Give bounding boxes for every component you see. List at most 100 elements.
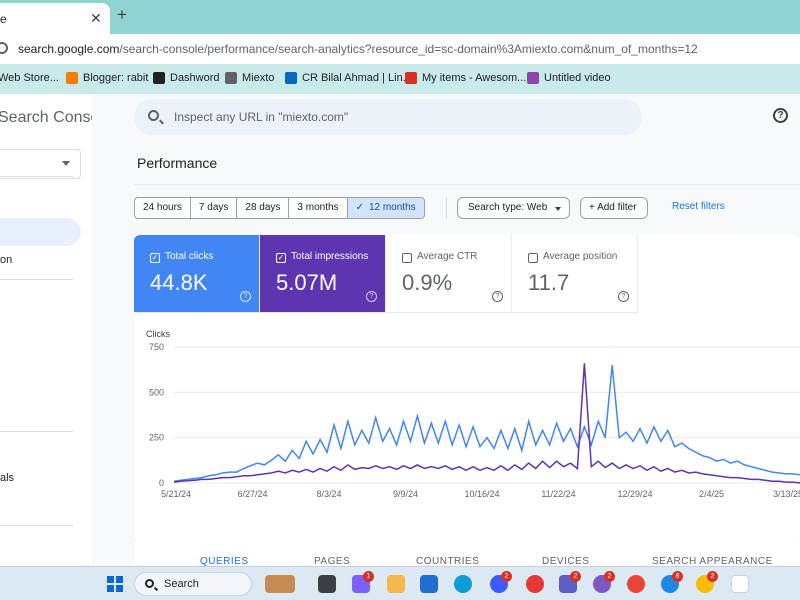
metric-card[interactable]: Average position 11.7?: [512, 235, 638, 313]
range-label: 7 days: [198, 202, 229, 213]
site-info-icon[interactable]: [0, 42, 8, 54]
checkbox-icon[interactable]: ✓: [276, 253, 286, 263]
series-line-0: [173, 365, 800, 482]
close-tab-icon[interactable]: ✕: [90, 10, 102, 27]
reset-filters-link[interactable]: Reset filters: [672, 201, 725, 212]
metric-value: 44.8K: [150, 270, 208, 295]
x-tick-label: 10/16/24: [464, 489, 499, 499]
performance-chart[interactable]: 0 250 500 750 5/21/24 6/27/24 8/3/24 9/9/24 10/1…: [134, 335, 800, 515]
snipping-tool-icon[interactable]: [731, 575, 749, 593]
notification-badge: 2: [570, 571, 581, 582]
search-input[interactable]: Inspect any URL in "miexto.com": [174, 110, 348, 124]
search-type-dropdown[interactable]: Search type: Web: [457, 197, 571, 219]
bookmarks-bar: Web Store... Blogger: rabit Dashword Miexto…: [0, 64, 800, 94]
taskbar-search-label: Search: [164, 578, 199, 590]
checkbox-icon[interactable]: ✓: [150, 253, 160, 263]
range-option[interactable]: 24 hours: [135, 198, 191, 218]
bookmark-6[interactable]: Untitled video: [527, 72, 611, 84]
help-icon[interactable]: ?: [773, 108, 788, 123]
metric-card[interactable]: ✓ Total clicks 44.8K?: [134, 235, 260, 313]
windows-start-icon[interactable]: [107, 576, 123, 592]
x-tick-label: 5/21/24: [161, 489, 191, 499]
video-icon: [527, 72, 539, 84]
property-selector[interactable]: [0, 149, 81, 179]
notification-badge: 2: [604, 571, 615, 582]
browser-tab-strip: e ✕ +: [0, 0, 800, 34]
bookmark-label: My items - Awesom...: [422, 72, 527, 84]
metric-card[interactable]: ✓ Total impressions 5.07M?: [260, 235, 386, 313]
url-inspection-search[interactable]: Inspect any URL in "miexto.com": [134, 99, 642, 135]
range-label: 3 months: [297, 202, 339, 213]
bookmark-5[interactable]: My items - Awesom...: [405, 72, 526, 84]
chrome-icon[interactable]: [627, 575, 645, 593]
blogger-icon: [66, 72, 78, 84]
address-bar[interactable]: search.google.com/search-console/perform…: [0, 34, 800, 64]
sidebar-divider: [0, 431, 73, 432]
report-tab[interactable]: PAGES: [314, 556, 350, 566]
main-content: Inspect any URL in "miexto.com" ? Perfor…: [92, 94, 800, 566]
header-divider: [134, 184, 800, 185]
sidebar-item-performance[interactable]: [0, 218, 81, 246]
chevron-down-icon: [62, 161, 70, 166]
url-text[interactable]: search.google.com/search-console/perform…: [18, 42, 698, 56]
metric-value: 11.7: [528, 270, 570, 295]
bookmark-3[interactable]: Miexto: [225, 72, 274, 84]
search-type-label: Search type: Web: [468, 202, 548, 213]
checkbox-icon[interactable]: [402, 253, 412, 263]
help-icon[interactable]: ?: [618, 291, 629, 302]
url-host: search.google.com: [18, 42, 120, 56]
bookmark-4[interactable]: CR Bilal Ahmad | Lin...: [285, 72, 412, 84]
y-tick-label: 500: [149, 387, 164, 397]
x-tick-label: 9/9/24: [393, 489, 418, 499]
linkedin-icon: [285, 72, 297, 84]
metric-label: Average position: [543, 251, 618, 262]
awesome-icon: [405, 72, 417, 84]
x-tick-label: 3/13/25: [773, 489, 800, 499]
edge-icon[interactable]: [454, 575, 472, 593]
metric-card[interactable]: Average CTR 0.9%?: [386, 235, 512, 313]
sidebar-item-label[interactable]: als: [0, 472, 14, 484]
report-tab[interactable]: QUERIES: [200, 556, 249, 566]
checkbox-icon[interactable]: [528, 253, 538, 263]
notification-badge: 2: [707, 571, 718, 582]
browser-tab[interactable]: e ✕: [0, 3, 110, 34]
bookmark-label: Blogger: rabit: [83, 72, 149, 84]
opera-icon[interactable]: [526, 575, 544, 593]
date-range-selector: 24 hours 7 days 28 days 3 months ✓ 12 months: [134, 197, 425, 219]
x-tick-label: 8/3/24: [316, 489, 341, 499]
store-icon[interactable]: [420, 575, 438, 593]
sidebar-divider: [0, 525, 73, 526]
tab-title: e: [0, 12, 7, 26]
help-icon[interactable]: ?: [492, 291, 503, 302]
sidebar-item-label[interactable]: on: [0, 254, 12, 266]
range-option[interactable]: ✓ 12 months: [347, 198, 424, 218]
bookmark-label: Untitled video: [544, 72, 611, 84]
help-icon[interactable]: ?: [366, 291, 377, 302]
bookmark-2[interactable]: Dashword: [153, 72, 220, 84]
report-tab[interactable]: SEARCH APPEARANCE: [652, 556, 773, 566]
filter-separator: [446, 197, 447, 219]
range-label: 24 hours: [143, 202, 182, 213]
task-view-icon[interactable]: [318, 575, 336, 593]
add-filter-button[interactable]: + Add filter: [580, 197, 648, 219]
sidebar-divider: [0, 279, 73, 280]
taskbar-search[interactable]: Search: [134, 572, 295, 596]
report-tab[interactable]: DEVICES: [542, 556, 589, 566]
bookmark-0[interactable]: Web Store...: [0, 72, 59, 84]
bookmark-label: Dashword: [170, 72, 220, 84]
range-option[interactable]: 28 days: [237, 198, 290, 218]
range-option[interactable]: 3 months: [289, 198, 348, 218]
search-highlight-icon: [265, 575, 295, 593]
range-option[interactable]: 7 days: [191, 198, 238, 218]
metric-label: Average CTR: [417, 251, 478, 262]
y-tick-label: 750: [149, 342, 164, 352]
bookmark-1[interactable]: Blogger: rabit: [66, 72, 148, 84]
help-icon[interactable]: ?: [240, 291, 251, 302]
sidebar: Search Console on als: [0, 94, 112, 566]
report-tab[interactable]: COUNTRIES: [416, 556, 479, 566]
chevron-down-icon: [555, 207, 562, 211]
new-tab-button[interactable]: +: [117, 5, 127, 25]
bookmark-label: Web Store...: [0, 72, 59, 84]
dashword-icon: [153, 72, 165, 84]
file-explorer-icon[interactable]: [387, 575, 405, 593]
